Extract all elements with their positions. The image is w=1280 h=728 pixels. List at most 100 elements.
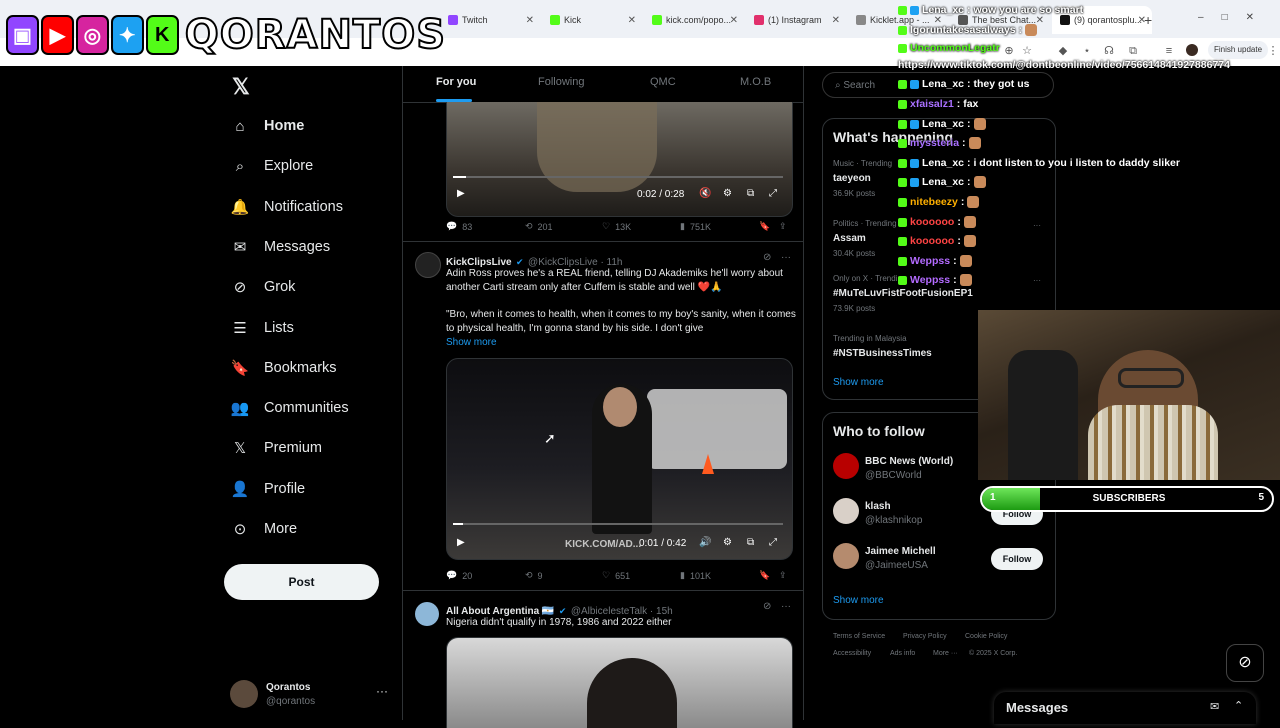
views-button[interactable]: ▮ 751K (680, 221, 711, 232)
repost-button[interactable]: ⟲ 201 (525, 221, 553, 232)
video-player[interactable]: KICK.COM/AD... ▶ 0:01 / 0:42 🔊 ⚙ ⧉ ⤢ (446, 358, 793, 560)
more-icon[interactable]: ··· (1033, 221, 1041, 230)
close-icon[interactable]: ✕ (526, 15, 534, 26)
footer-link[interactable]: Cookie Policy (965, 633, 1007, 640)
more-icon[interactable]: ··· (376, 684, 388, 698)
trend-name[interactable]: #NSTBusinessTimes (833, 348, 932, 359)
show-more-link[interactable]: Show more (446, 336, 497, 350)
views-button[interactable]: ▮ 101K (680, 570, 711, 581)
tab-for-you[interactable]: For you (436, 76, 476, 88)
nav-item-grok[interactable]: ⊘ Grok (230, 272, 296, 302)
nav-item-explore[interactable]: ⌕ Explore (230, 151, 313, 181)
video-time: 0:02 / 0:28 (637, 189, 685, 200)
menu-icon[interactable]: ≡ (1162, 44, 1176, 58)
install-icon[interactable]: ⊕ (1002, 44, 1016, 58)
repost-button[interactable]: ⟲ 9 (525, 570, 543, 581)
grok-icon[interactable]: ⊘ (763, 252, 771, 263)
play-icon[interactable]: ▶ (457, 537, 465, 548)
expand-icon[interactable]: ⌃ (1234, 699, 1243, 712)
follow-name[interactable]: BBC News (World) (865, 456, 953, 467)
reply-button[interactable]: 💬 83 (446, 221, 472, 232)
video-progress[interactable] (453, 176, 783, 178)
video-player[interactable]: ▶ 0:02 / 0:28 🔇 ⚙ ⧉ ⤢ (446, 102, 793, 217)
like-button[interactable]: ♡ 651 (602, 570, 630, 581)
post-button[interactable]: Post (224, 564, 379, 600)
volume-icon[interactable]: 🔊 (699, 537, 711, 548)
post-image[interactable] (446, 637, 793, 728)
profile-avatar-icon[interactable] (1186, 44, 1198, 56)
fullscreen-icon[interactable]: ⤢ (769, 188, 777, 199)
nav-item-home[interactable]: ⌂ Home (230, 111, 304, 141)
new-tab-button[interactable]: + (1144, 12, 1152, 28)
puzzle-icon[interactable]: ⧉ (1126, 44, 1140, 58)
settings-icon[interactable]: ⚙ (723, 188, 732, 199)
show-more-link[interactable]: Show more (833, 595, 884, 606)
account-switcher[interactable]: Qorantos @qorantos ··· (230, 678, 390, 712)
nav-item-more[interactable]: ⊙ More (230, 514, 297, 544)
nav-item-bookmarks[interactable]: 🔖 Bookmarks (230, 353, 337, 383)
like-button[interactable]: ♡ 13K (602, 221, 631, 232)
follow-name[interactable]: Jaimee Michell (865, 546, 936, 557)
footer-link[interactable]: Ads info (890, 650, 915, 657)
bookmark-button[interactable]: 🔖 (759, 570, 770, 581)
extension-icon-3[interactable]: ☊ (1102, 44, 1116, 58)
mute-icon[interactable]: 🔇 (699, 188, 711, 199)
bookmark-button[interactable]: 🔖 (759, 221, 770, 232)
footer-link[interactable]: Terms of Service (833, 633, 885, 640)
browser-tab[interactable]: (1) Instagram ✕ (746, 6, 846, 34)
window-controls[interactable]: –□✕ (1198, 12, 1272, 23)
footer-link[interactable]: © 2025 X Corp. (969, 650, 1017, 657)
messages-drawer[interactable]: Messages ✉ ⌃ (994, 692, 1256, 724)
show-more-link[interactable]: Show more (833, 377, 884, 388)
trend-name[interactable]: taeyeon (833, 173, 871, 184)
nav-item-profile[interactable]: 👤 Profile (230, 474, 305, 504)
footer-link[interactable]: Accessibility (833, 650, 871, 657)
nav-item-lists[interactable]: ☰ Lists (230, 313, 294, 343)
browser-tab[interactable]: Twitch ✕ (440, 6, 540, 34)
nav-item-notifications[interactable]: 🔔 Notifications (230, 192, 343, 222)
avatar[interactable] (833, 543, 859, 569)
x-logo-icon[interactable]: 𝕏 (232, 74, 250, 100)
chair-shape (1008, 350, 1078, 480)
close-icon[interactable]: ✕ (628, 15, 636, 26)
footer-link[interactable]: Privacy Policy (903, 633, 947, 640)
pip-icon[interactable]: ⧉ (747, 188, 754, 199)
reply-button[interactable]: 💬 20 (446, 570, 472, 581)
more-icon[interactable]: ··· (781, 601, 791, 612)
follow-name[interactable]: klash (865, 501, 891, 512)
avatar[interactable] (415, 602, 439, 626)
avatar[interactable] (833, 453, 859, 479)
fullscreen-icon[interactable]: ⤢ (769, 537, 777, 548)
pip-icon[interactable]: ⧉ (747, 537, 754, 548)
grok-icon[interactable]: ⊘ (1226, 644, 1264, 682)
nav-item-communities[interactable]: 👥 Communities (230, 393, 349, 423)
tab-following[interactable]: Following (538, 76, 584, 88)
trend-name[interactable]: Assam (833, 233, 866, 244)
settings-icon[interactable]: ⚙ (723, 537, 732, 548)
browser-tab[interactable]: kick.com/popo... ✕ (644, 6, 744, 34)
avatar[interactable] (415, 252, 441, 278)
play-icon[interactable]: ▶ (457, 188, 465, 199)
star-icon[interactable]: ☆ (1020, 44, 1034, 58)
extension-icon[interactable]: ◆ (1056, 44, 1070, 58)
browser-tab[interactable]: Kick ✕ (542, 6, 642, 34)
trend-name[interactable]: #MuTeLuvFistFootFusionEP1 (833, 288, 973, 299)
nav-item-premium[interactable]: 𝕏 Premium (230, 433, 322, 463)
share-button[interactable]: ⇪ (779, 221, 787, 232)
tab-mob[interactable]: M.O.B (740, 76, 771, 88)
nav-item-messages[interactable]: ✉ Messages (230, 232, 330, 262)
close-icon[interactable]: ✕ (730, 15, 738, 26)
share-button[interactable]: ⇪ (779, 570, 787, 581)
more-icon[interactable]: ··· (781, 252, 791, 263)
footer-link[interactable]: More ··· (933, 650, 958, 657)
kebab-menu-icon[interactable]: ⋮ (1266, 44, 1280, 58)
avatar[interactable] (833, 498, 859, 524)
extension-icon-2[interactable]: ⋆ (1080, 44, 1094, 58)
video-progress[interactable] (453, 523, 783, 525)
close-icon[interactable]: ✕ (832, 15, 840, 26)
more-icon[interactable]: ··· (1033, 276, 1041, 285)
new-message-icon[interactable]: ✉ (1210, 700, 1219, 713)
tab-qmc[interactable]: QMC (650, 76, 676, 88)
grok-icon[interactable]: ⊘ (763, 601, 771, 612)
follow-button[interactable]: Follow (991, 548, 1043, 570)
